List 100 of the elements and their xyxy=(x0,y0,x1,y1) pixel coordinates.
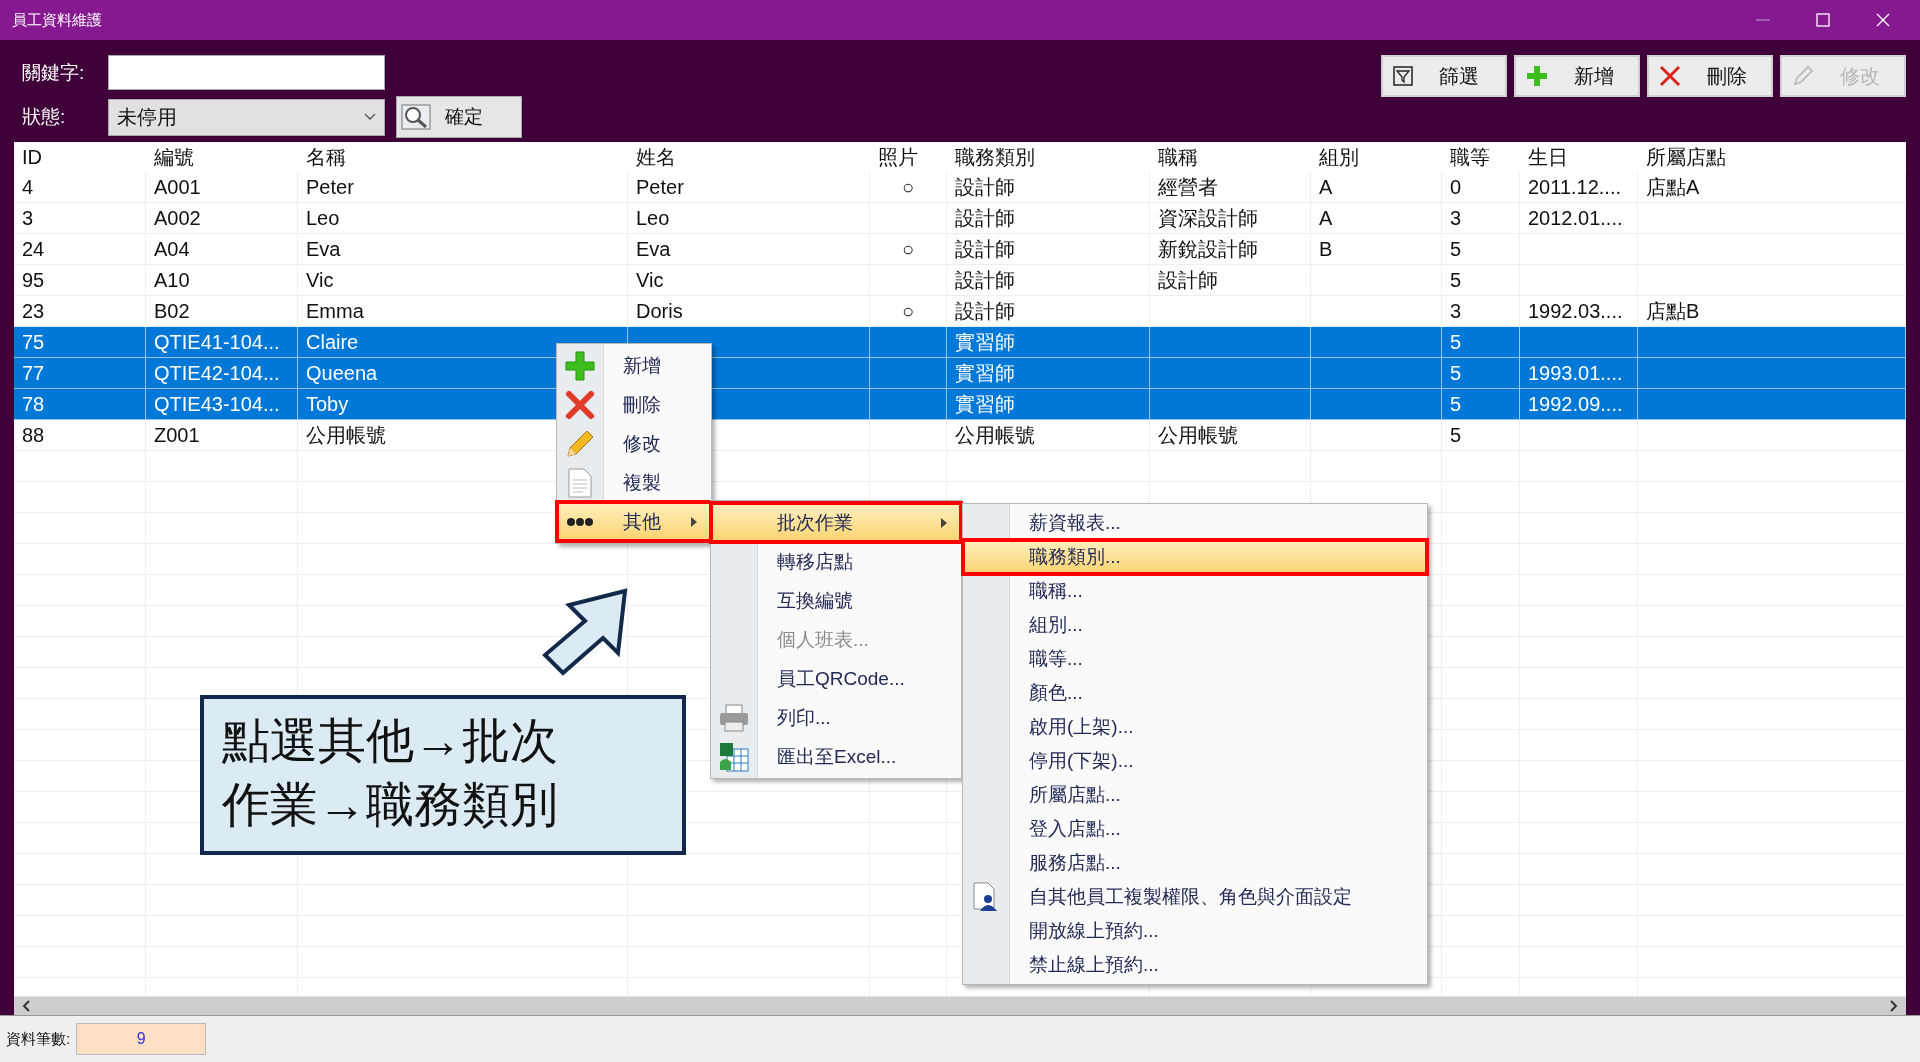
table-cell: 88 xyxy=(22,423,45,447)
table-cell-text: 設計師 xyxy=(955,298,1015,324)
menu-item[interactable]: 職務類別... xyxy=(963,540,1427,574)
table-cell: Leo xyxy=(306,206,340,230)
menu-item[interactable]: 複製 xyxy=(557,463,711,502)
table-cell: 5 xyxy=(1450,392,1462,416)
toolbar-button[interactable]: 新增 xyxy=(1514,55,1640,97)
table-cell: Queena xyxy=(306,361,378,385)
table-cell-text: 設計師 xyxy=(1158,267,1218,293)
menu-item[interactable]: 其他 xyxy=(557,502,711,541)
column-header[interactable]: 職等 xyxy=(1442,142,1520,172)
table-cell-text: 公用帳號 xyxy=(306,422,386,448)
menu-item[interactable]: 批次作業 xyxy=(711,503,961,542)
menu-item[interactable]: 刪除 xyxy=(557,385,711,424)
table-cell-text: 實習師 xyxy=(955,360,1015,386)
menu-item[interactable]: 薪資報表... xyxy=(963,506,1427,540)
column-header[interactable]: 生日 xyxy=(1520,142,1638,172)
menu-item[interactable]: 員工QRCode... xyxy=(711,659,961,698)
table-cell: A10 xyxy=(154,268,190,292)
table-cell: 1993.01.... xyxy=(1528,361,1623,385)
horizontal-scrollbar[interactable] xyxy=(14,996,1906,1015)
toolbar-button[interactable]: 刪除 xyxy=(1647,55,1773,97)
callout-text: 點選其他→批次 xyxy=(222,713,558,769)
column-header[interactable]: 照片 xyxy=(870,142,947,172)
table-cell-text: 資深設計師 xyxy=(1158,205,1258,231)
close-icon[interactable] xyxy=(1876,13,1890,27)
table-cell: 4 xyxy=(22,175,34,199)
record-count-label: 資料筆數: xyxy=(6,1029,71,1049)
menu-item[interactable]: 轉移店點 xyxy=(711,542,961,581)
plus-icon xyxy=(565,350,595,381)
table-cell: ○ xyxy=(901,237,915,261)
column-header[interactable]: 名稱 xyxy=(298,142,628,172)
table-cell: 5 xyxy=(1450,423,1462,447)
menu-item[interactable]: 顏色... xyxy=(963,676,1427,710)
menu-item[interactable]: 停用(下架)... xyxy=(963,744,1427,778)
column-header[interactable]: 職務類別 xyxy=(947,142,1150,172)
delete-icon xyxy=(1659,65,1681,87)
plus-icon xyxy=(1526,65,1548,87)
table-cell: 5 xyxy=(1450,268,1462,292)
table-cell: Leo xyxy=(636,206,670,230)
table-cell: Claire xyxy=(306,330,359,354)
menu-item[interactable]: 開放線上預約... xyxy=(963,914,1427,948)
column-header[interactable]: 職稱 xyxy=(1150,142,1311,172)
table-cell: Peter xyxy=(306,175,354,199)
toolbar-button[interactable]: 篩選 xyxy=(1381,55,1507,97)
table-cell-text: 設計師 xyxy=(955,236,1015,262)
table-cell-text: 實習師 xyxy=(955,391,1015,417)
column-header[interactable]: 編號 xyxy=(146,142,298,172)
keyword-field[interactable] xyxy=(108,55,385,90)
status-dropdown[interactable]: 未停用 xyxy=(108,98,385,136)
table-cell: 3 xyxy=(1450,206,1462,230)
menu-item[interactable]: 新增 xyxy=(557,346,711,385)
window-title: 員工資料維護 xyxy=(12,10,102,30)
table-cell-text: 公用帳號 xyxy=(955,422,1035,448)
callout-text: 作業→職務類別 xyxy=(222,777,558,833)
menu-item[interactable]: 登入店點... xyxy=(963,812,1427,846)
table-cell-text: 實習師 xyxy=(955,329,1015,355)
printer-icon xyxy=(719,703,749,732)
table-cell: Toby xyxy=(306,392,349,416)
menu-item[interactable]: 職稱... xyxy=(963,574,1427,608)
table-cell: 0 xyxy=(1450,175,1462,199)
table-cell: Vic xyxy=(306,268,334,292)
table-cell: Z001 xyxy=(154,423,200,447)
menu-item[interactable]: 職等... xyxy=(963,642,1427,676)
menu-item[interactable]: 所屬店點... xyxy=(963,778,1427,812)
document-icon xyxy=(568,467,592,498)
menu-item[interactable]: 啟用(上架)... xyxy=(963,710,1427,744)
table-cell: 3 xyxy=(1450,299,1462,323)
maximize-icon[interactable] xyxy=(1816,13,1830,27)
table-cell: ○ xyxy=(901,175,915,199)
menu-item[interactable]: 互換編號 xyxy=(711,581,961,620)
table-cell: A04 xyxy=(154,237,190,261)
menu-item[interactable]: 組別... xyxy=(963,608,1427,642)
menu-item[interactable]: 匯出至Excel... xyxy=(711,737,961,776)
table-cell: 1992.03.... xyxy=(1528,299,1623,323)
submenu-arrow-icon xyxy=(691,516,697,527)
menu-item[interactable]: 禁止線上預約... xyxy=(963,948,1427,982)
column-header[interactable]: 組別 xyxy=(1311,142,1442,172)
column-header[interactable]: ID xyxy=(14,142,146,172)
table-cell: 5 xyxy=(1450,361,1462,385)
table-cell: Eva xyxy=(306,237,341,261)
table-cell: Peter xyxy=(636,175,684,199)
confirm-button[interactable]: 確定 xyxy=(396,96,522,138)
table-cell: 24 xyxy=(22,237,45,261)
menu-item[interactable]: 服務店點... xyxy=(963,846,1427,880)
table-cell-text: 經營者 xyxy=(1158,174,1218,200)
column-header[interactable]: 所屬店點 xyxy=(1638,142,1906,172)
table-cell: Doris xyxy=(636,299,683,323)
column-header[interactable]: 姓名 xyxy=(628,142,870,172)
table-cell: 77 xyxy=(22,361,45,385)
scroll-left-icon[interactable] xyxy=(22,1000,32,1012)
table-cell: A001 xyxy=(154,175,201,199)
scroll-right-icon[interactable] xyxy=(1888,1000,1898,1012)
table-cell-text: 店點B xyxy=(1646,298,1700,324)
table-cell: 23 xyxy=(22,299,45,323)
menu-item[interactable]: 列印... xyxy=(711,698,961,737)
delete-icon xyxy=(565,389,595,420)
table-cell: A002 xyxy=(154,206,201,230)
menu-item[interactable]: 修改 xyxy=(557,424,711,463)
menu-item[interactable]: 自其他員工複製權限、角色與介面設定 xyxy=(963,880,1427,914)
